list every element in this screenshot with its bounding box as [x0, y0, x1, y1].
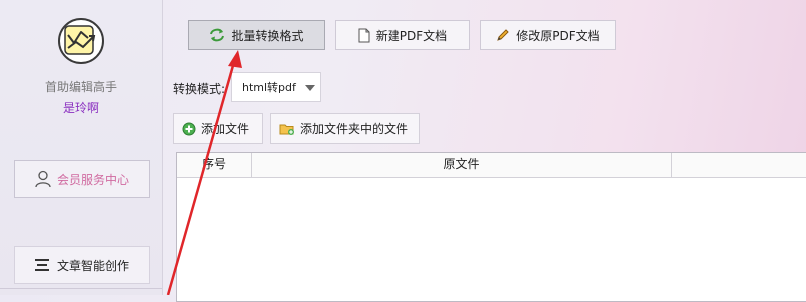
tab-edit-pdf[interactable]: 修改原PDF文档 — [480, 20, 616, 50]
mode-select-value: html转pdf — [242, 81, 296, 94]
add-file-button[interactable]: 添加文件 — [173, 113, 263, 144]
tab-label: 新建PDF文档 — [375, 28, 448, 43]
document-icon — [358, 28, 370, 42]
member-center-button[interactable]: 会员服务中心 — [14, 160, 150, 198]
user-icon — [35, 170, 51, 188]
tab-label: 批量转换格式 — [231, 28, 304, 43]
folder-add-icon — [279, 124, 294, 135]
file-table[interactable]: 序号 原文件 — [176, 152, 806, 302]
add-folder-label: 添加文件夹中的文件 — [300, 122, 409, 136]
menu-lines-icon — [34, 259, 49, 271]
app-logo-icon — [58, 18, 104, 64]
tab-new-pdf[interactable]: 新建PDF文档 — [335, 20, 470, 50]
app-name: 首助编辑高手 — [44, 80, 117, 94]
mode-label: 转换模式: — [173, 82, 226, 96]
chevron-down-icon — [305, 85, 315, 91]
pencil-icon — [497, 29, 510, 41]
add-circle-icon — [182, 122, 196, 135]
sidebar-divider — [0, 288, 162, 289]
mode-select[interactable]: html转pdf — [231, 72, 321, 102]
add-file-label: 添加文件 — [201, 122, 250, 136]
column-header-index[interactable]: 序号 — [177, 153, 252, 177]
sidebar: 首助编辑高手 是玲啊 会员服务中心 文章智能创作 — [0, 0, 163, 295]
convert-arrows-icon — [210, 28, 225, 42]
column-header-source-file[interactable]: 原文件 — [252, 153, 672, 177]
table-header: 序号 原文件 — [177, 153, 806, 178]
user-name[interactable]: 是玲啊 — [0, 99, 162, 116]
tab-label: 修改原PDF文档 — [516, 28, 600, 43]
add-folder-button[interactable]: 添加文件夹中的文件 — [270, 113, 420, 144]
tab-batch-convert[interactable]: 批量转换格式 — [188, 20, 325, 50]
ai-writing-button[interactable]: 文章智能创作 — [14, 246, 150, 284]
ai-writing-label: 文章智能创作 — [56, 258, 129, 273]
member-center-label: 会员服务中心 — [56, 172, 129, 187]
